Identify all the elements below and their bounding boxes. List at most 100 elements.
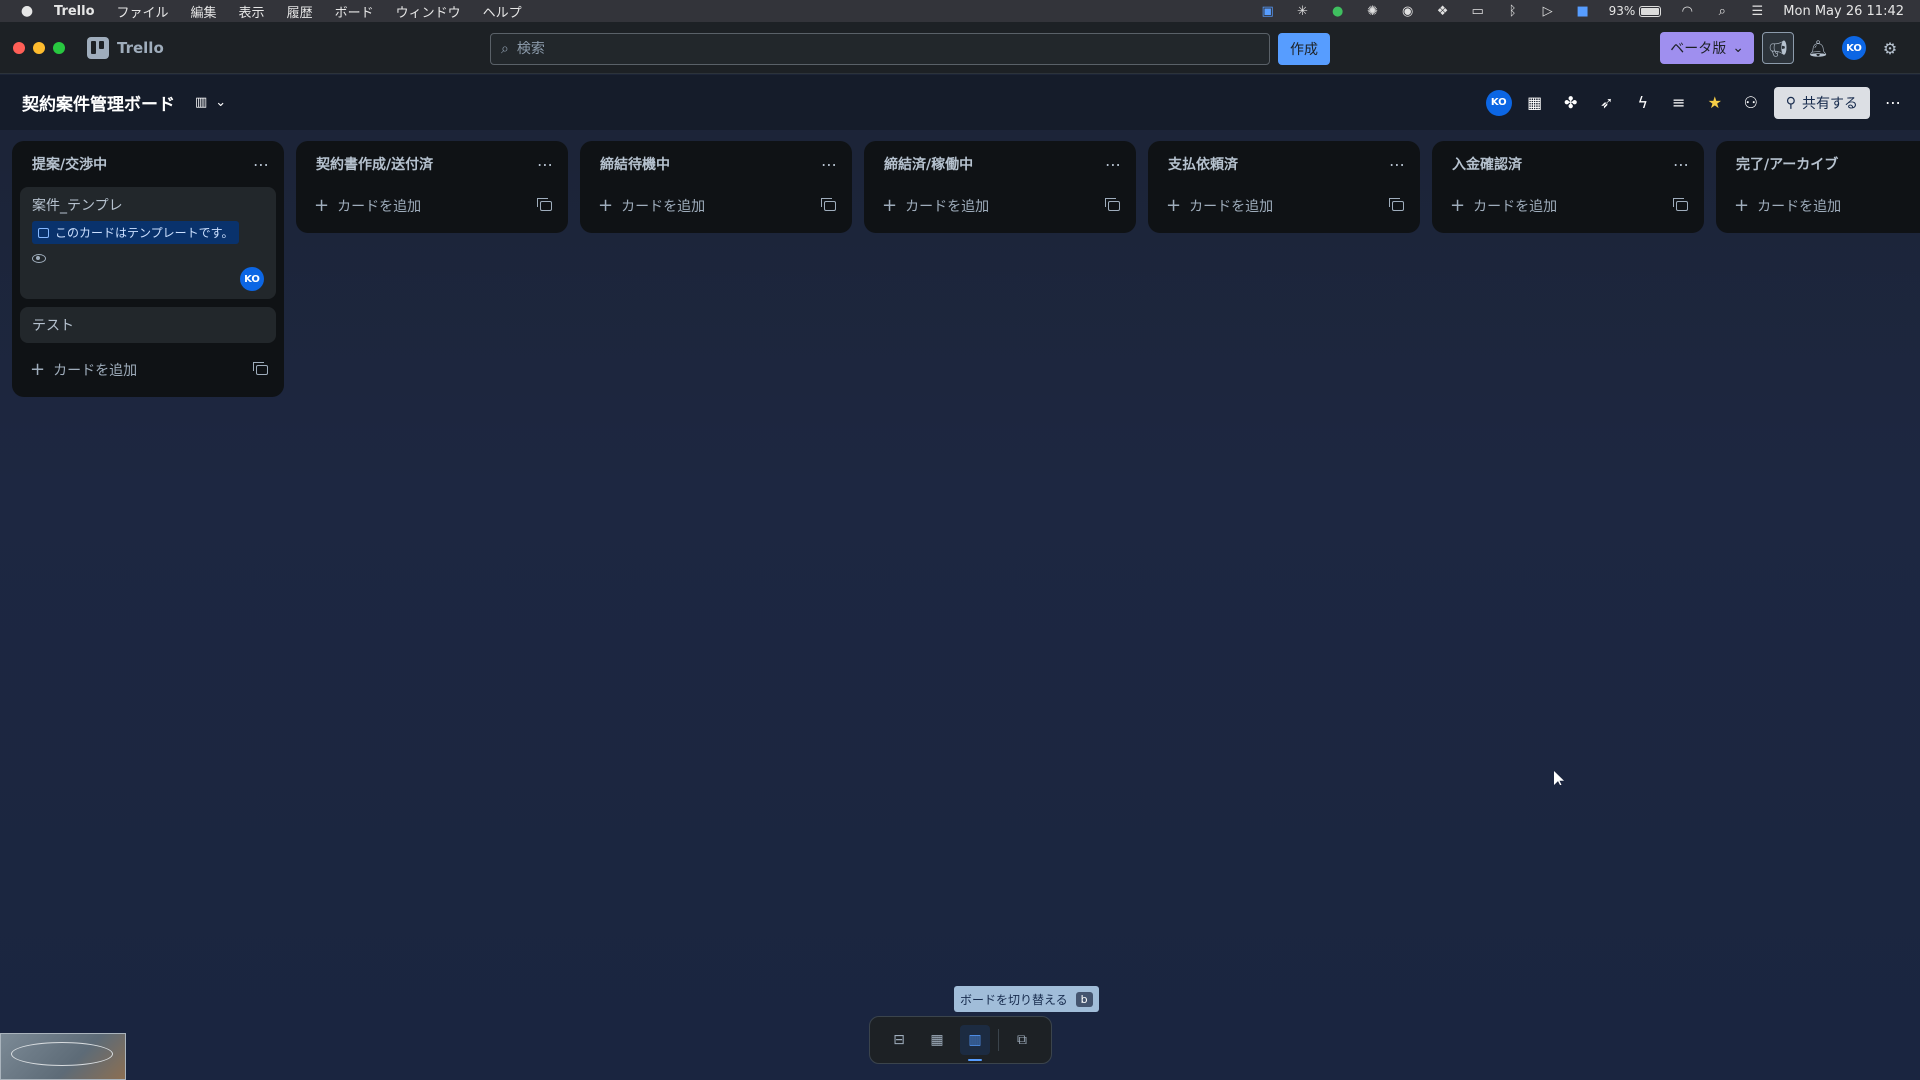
menu-window[interactable]: ウィンドウ [396,2,461,21]
create-from-template-icon[interactable] [1389,198,1404,211]
template-badge: このカードはテンプレートです。 [32,221,240,244]
add-card-button[interactable]: + カードを追加 [598,196,705,216]
add-card-button[interactable]: + カードを追加 [1450,196,1557,216]
share-button[interactable]: ⚲ 共有する [1773,86,1870,119]
menu-file[interactable]: ファイル [117,2,169,21]
menu-app-trello[interactable]: Trello [54,4,95,19]
menu-edit[interactable]: 編集 [191,2,217,21]
list-title[interactable]: 締結待機中 [600,154,670,174]
list-more-icon[interactable]: ⋯ [253,155,270,174]
trello-home-link[interactable]: Trello [87,36,164,59]
menu-clock[interactable]: Mon May 26 11:42 [1783,4,1904,19]
megaphone-icon[interactable]: 📢︎ [1762,32,1794,64]
switcher-divider [998,1029,999,1051]
add-card-label: カードを追加 [1757,199,1842,215]
list-title[interactable]: 完了/アーカイブ [1736,154,1838,174]
plus-icon: + [1734,195,1750,216]
play-status-icon[interactable]: ▷ [1539,4,1557,19]
add-card-button[interactable]: + カードを追加 [1734,196,1841,216]
list-more-icon[interactable]: ⋯ [537,155,554,174]
list-title[interactable]: 入金確認済 [1452,154,1522,174]
notifications-icon[interactable]: 🔔︎ [1802,32,1834,64]
add-card-button[interactable]: + カードを追加 [314,196,421,216]
zoom-window-button[interactable] [53,41,65,54]
filter-icon[interactable]: ≡ [1666,90,1692,116]
calendar-icon[interactable]: ▦ [1522,90,1548,116]
planner-calendar-icon[interactable]: ▦ [922,1025,952,1055]
plus-icon: + [1450,195,1466,216]
board-columns-icon[interactable]: ▥ [960,1025,990,1061]
close-window-button[interactable] [13,41,25,54]
wifi-icon[interactable]: ◠ [1678,4,1696,19]
add-card-button[interactable]: + カードを追加 [30,360,137,380]
menu-view[interactable]: 表示 [239,2,265,21]
input-method-icon[interactable]: ■ [1574,4,1592,19]
board-actions: KO ▦ ✤ ➶ ϟ ≡ ★ ⚇ ⚲ 共有する ⋯ [1485,86,1920,119]
screenshot-thumbnail[interactable] [0,1033,126,1080]
search-input[interactable] [516,41,1217,57]
list-more-icon[interactable]: ⋯ [1673,155,1690,174]
list-title[interactable]: 契約書作成/送付済 [316,154,433,174]
bluetooth-icon[interactable]: ᛒ [1504,4,1522,19]
menu-history[interactable]: 履歴 [287,2,313,21]
add-card-label: カードを追加 [53,363,138,379]
create-button[interactable]: 作成 [1278,33,1330,65]
tooltip-label: ボードを切り替える [960,992,1068,1007]
plus-icon: + [598,195,614,216]
share-label: 共有する [1802,95,1858,112]
battery-indicator[interactable]: 93% [1609,4,1662,18]
account-avatar[interactable]: KO [1842,36,1866,60]
card-template[interactable]: 案件_テンプレ このカードはテンプレートです。 KO [20,187,276,299]
battery-percent: 93% [1608,4,1636,18]
dropbox-status-icon[interactable]: ❖ [1434,4,1452,19]
create-from-template-icon[interactable] [253,362,268,375]
more-menu-icon[interactable]: ⋯ [1880,90,1906,116]
create-from-template-icon[interactable] [1105,198,1120,211]
switch-boards-icon[interactable]: ⧉ [1007,1025,1037,1055]
board-view-icon: ▥ [195,95,208,110]
list-title[interactable]: 提案/交渉中 [32,154,107,174]
openai-status-icon[interactable]: ✺ [1364,4,1382,19]
star-icon[interactable]: ★ [1702,90,1728,116]
power-ups-rocket-icon[interactable]: ➶ [1594,90,1620,116]
slack-icon[interactable]: ✤ [1558,90,1584,116]
add-card-label: カードを追加 [337,199,422,215]
visibility-icon[interactable]: ⚇ [1738,90,1764,116]
list-awaiting-signing: 締結待機中 ⋯ + カードを追加 [580,141,852,233]
chat-status-icon[interactable]: ● [1329,4,1347,19]
spotlight-search-icon[interactable]: ⌕ [1713,4,1731,19]
card-member-avatar[interactable]: KO [240,267,264,291]
asterisk-status-icon[interactable]: ✳ [1294,4,1312,19]
onepassword-status-icon[interactable]: ◉ [1399,4,1417,19]
list-more-icon[interactable]: ⋯ [1389,155,1406,174]
create-from-template-icon[interactable] [821,198,836,211]
list-title[interactable]: 締結済/稼働中 [884,154,973,174]
board-title[interactable]: 契約案件管理ボード [22,90,175,115]
card-test[interactable]: テスト [20,307,276,343]
automation-bolt-icon[interactable]: ϟ [1630,90,1656,116]
inbox-icon[interactable]: ⊟ [884,1025,914,1055]
create-from-template-icon[interactable] [537,198,552,211]
control-center-icon[interactable]: ☰ [1748,4,1766,19]
menu-board[interactable]: ボード [335,2,374,21]
screen-status-icon[interactable]: ▭ [1469,4,1487,19]
card-title: 案件_テンプレ [32,198,123,214]
plus-icon: + [882,195,898,216]
add-card-button[interactable]: + カードを追加 [1166,196,1273,216]
board-view-switcher[interactable]: ▥ ⌄ [195,95,226,110]
add-card-button[interactable]: + カードを追加 [882,196,989,216]
board-member-avatar[interactable]: KO [1485,89,1512,116]
beta-button[interactable]: ベータ版 ⌄ [1660,32,1754,64]
switch-board-tooltip: ボードを切り替える b [954,986,1099,1012]
list-more-icon[interactable]: ⋯ [821,155,838,174]
settings-gear-icon[interactable]: ⚙ [1874,32,1906,64]
app-name: Trello [117,38,164,57]
apple-menu-icon[interactable]: ● [0,3,54,19]
create-from-template-icon[interactable] [1673,198,1688,211]
trello-logo-icon [87,36,109,59]
menu-help[interactable]: ヘルプ [483,2,522,21]
minimize-window-button[interactable] [33,41,45,54]
trello-status-icon[interactable]: ▣ [1259,4,1277,19]
list-more-icon[interactable]: ⋯ [1105,155,1122,174]
list-title[interactable]: 支払依頼済 [1168,154,1238,174]
